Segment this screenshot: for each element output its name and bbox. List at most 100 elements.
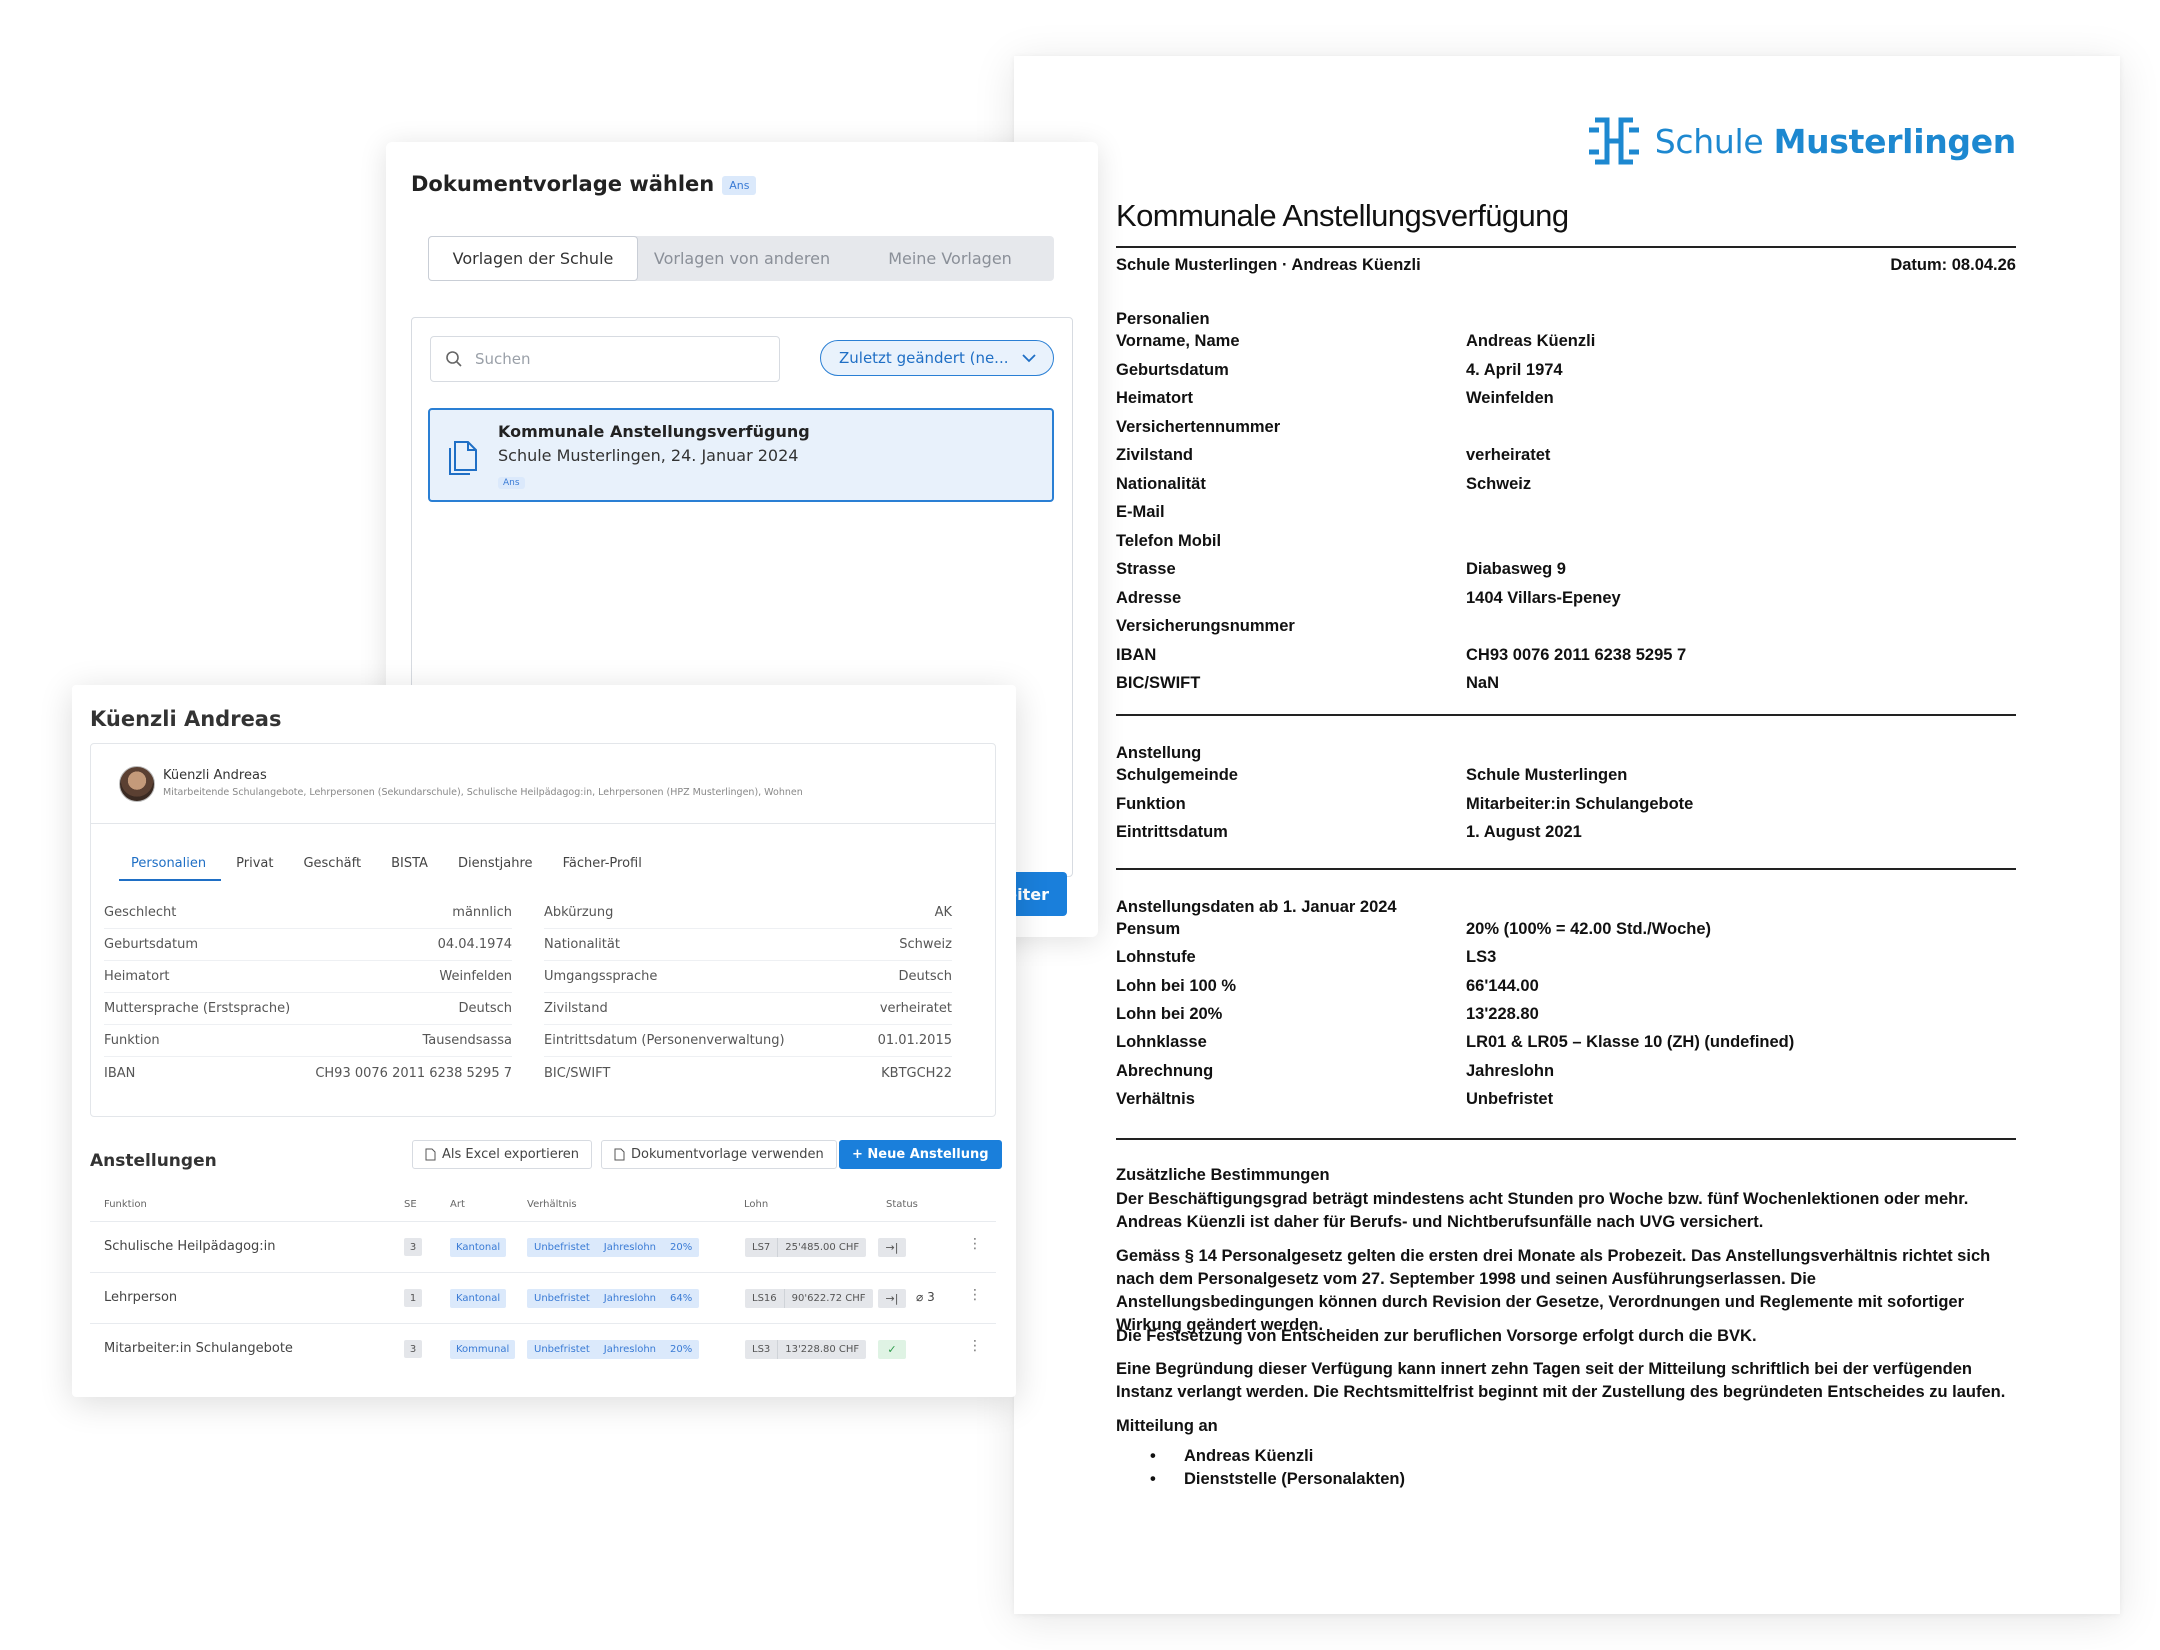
file-icon bbox=[614, 1148, 625, 1161]
type-badge: Ans bbox=[498, 476, 525, 489]
field-value: LR01 & LR05 – Klasse 10 (ZH) (undefined) bbox=[1466, 1033, 1795, 1052]
dialog-title: Dokumentvorlage wählen Ans bbox=[411, 172, 757, 196]
field-row: Eintrittsdatum (Personenverwaltung) 01.01… bbox=[544, 1025, 952, 1057]
field-value: 13'228.80 bbox=[1466, 1004, 1539, 1023]
pensum: 20% bbox=[670, 1242, 693, 1253]
tab-geschaeft[interactable]: Geschäft bbox=[288, 856, 376, 881]
field-value: CH93 0076 2011 6238 5295 7 bbox=[1466, 645, 1687, 664]
attachment-count[interactable]: ⌀ 3 bbox=[916, 1290, 935, 1304]
cell-lohn: LS3 13'228.80 CHF bbox=[745, 1340, 867, 1359]
anstellungen-title: Anstellungen bbox=[90, 1151, 217, 1171]
logo-name: Musterlingen bbox=[1773, 121, 2017, 161]
more-icon[interactable]: ⋮ bbox=[968, 1338, 982, 1354]
field-value: LS3 bbox=[1466, 948, 1497, 967]
field-row: Geburtsdatum 04.04.1974 bbox=[104, 929, 512, 961]
paragraph: Die Festsetzung von Entscheiden zur beru… bbox=[1116, 1327, 1757, 1345]
field-label: Eintrittsdatum (Personenverwaltung) bbox=[544, 1033, 785, 1048]
field-row: Nationalität Schweiz bbox=[544, 929, 952, 961]
search-input[interactable]: Suchen bbox=[430, 336, 780, 382]
search-icon bbox=[446, 351, 462, 367]
field-value: verheiratet bbox=[1466, 446, 1551, 464]
abrechnung: Jahreslohn bbox=[603, 1293, 657, 1304]
person-header-name: Küenzli Andreas bbox=[163, 768, 267, 783]
field-value: 04.04.1974 bbox=[437, 937, 512, 952]
template-subtitle: Schule Musterlingen, 24. Januar 2024 bbox=[498, 446, 799, 465]
verhaeltnis-type: Unbefristet bbox=[534, 1344, 590, 1355]
more-icon[interactable]: ⋮ bbox=[968, 1236, 982, 1252]
export-excel-label: Als Excel exportieren bbox=[442, 1147, 579, 1162]
table-row[interactable]: Schulische Heilpädagog:in 3 Kantonal Unbefr… bbox=[90, 1221, 996, 1272]
field-row: Zivilstand verheiratet bbox=[544, 993, 952, 1025]
field-label: Zivilstand bbox=[544, 1001, 608, 1016]
recipient-list: Andreas Küenzli Dienststelle (Personalak… bbox=[1116, 1447, 1405, 1493]
field-label: Funktion bbox=[104, 1033, 160, 1048]
tab-other-templates[interactable]: Vorlagen von anderen bbox=[638, 236, 846, 281]
field-label: Heimatort bbox=[104, 969, 170, 984]
field-label: Zivilstand bbox=[1116, 446, 1194, 464]
field-value: 1404 Villars-Epeney bbox=[1466, 588, 1621, 607]
tab-privat[interactable]: Privat bbox=[221, 856, 288, 881]
document-preview: Schule Musterlingen Kommunale Anstellung… bbox=[1014, 56, 2120, 1614]
field-label: Geburtsdatum bbox=[104, 937, 198, 952]
use-template-button[interactable]: Dokumentvorlage verwenden bbox=[601, 1140, 837, 1169]
field-value: Deutsch bbox=[458, 1001, 512, 1016]
tab-my-templates[interactable]: Meine Vorlagen bbox=[846, 236, 1054, 281]
field-label: Geschlecht bbox=[104, 905, 177, 920]
divider bbox=[1116, 1138, 2016, 1140]
table-row[interactable]: Lehrperson 1 Kantonal Unbefristet Jahreslohn… bbox=[90, 1272, 996, 1323]
field-label: Lohnklasse bbox=[1116, 1033, 1207, 1052]
tab-personalien[interactable]: Personalien bbox=[119, 856, 222, 881]
sort-dropdown[interactable]: Zuletzt geändert (ne... bbox=[820, 340, 1054, 376]
document-icon bbox=[449, 441, 477, 475]
field-value: 20% (100% = 42.00 Std./Woche) bbox=[1466, 920, 1712, 938]
field-label: Lohnstufe bbox=[1116, 948, 1196, 967]
person-card: Küenzli Andreas Küenzli Andreas Mitarbei… bbox=[72, 685, 1016, 1397]
lohnstufe: LS3 bbox=[752, 1344, 771, 1355]
field-value: Deutsch bbox=[898, 969, 952, 984]
section-anstellung-title: Anstellung bbox=[1116, 744, 1202, 762]
export-excel-button[interactable]: Als Excel exportieren bbox=[412, 1140, 592, 1169]
cell-lohn: LS7 25'485.00 CHF bbox=[745, 1238, 867, 1257]
table-row[interactable]: Mitarbeiter:in Schulangebote 3 Kommunal Unb… bbox=[90, 1323, 996, 1374]
list-item: Andreas Küenzli bbox=[1116, 1447, 1405, 1470]
col-lohn: Lohn bbox=[744, 1199, 769, 1210]
field-label: Verhältnis bbox=[1116, 1089, 1195, 1108]
tab-dienstjahre[interactable]: Dienstjahre bbox=[443, 856, 548, 881]
field-value: 1. August 2021 bbox=[1466, 823, 1582, 841]
cell-verhaeltnis: Unbefristet Jahreslohn 20% bbox=[527, 1340, 700, 1359]
logo-icon bbox=[1588, 117, 1639, 165]
cell-lohn: LS16 90'622.72 CHF bbox=[745, 1289, 873, 1308]
field-label: Versicherungsnummer bbox=[1116, 617, 1295, 635]
chevron-down-icon bbox=[1022, 354, 1036, 363]
field-label: Funktion bbox=[1116, 794, 1186, 813]
field-value: Unbefristet bbox=[1466, 1089, 1554, 1108]
arrow-to-end-icon: →| bbox=[878, 1238, 906, 1257]
field-label: Strasse bbox=[1116, 560, 1176, 578]
dialog-title-text: Dokumentvorlage wählen bbox=[411, 172, 715, 196]
field-value: Mitarbeiter:in Schulangebote bbox=[1466, 794, 1694, 813]
divider bbox=[1116, 868, 2016, 870]
col-art: Art bbox=[450, 1199, 465, 1210]
field-label: E-Mail bbox=[1116, 503, 1165, 521]
cell-funktion: Schulische Heilpädagog:in bbox=[104, 1239, 276, 1254]
field-row: Geschlecht männlich bbox=[104, 897, 512, 929]
template-item[interactable]: Kommunale Anstellungsverfügung Schule Mu… bbox=[428, 408, 1054, 502]
field-value: NaN bbox=[1466, 674, 1500, 692]
lohn-amount: 13'228.80 CHF bbox=[777, 1340, 866, 1359]
cell-verhaeltnis: Unbefristet Jahreslohn 64% bbox=[527, 1289, 700, 1308]
field-value: Andreas Küenzli bbox=[1466, 332, 1596, 350]
lohn-amount: 25'485.00 CHF bbox=[777, 1238, 866, 1257]
field-label: IBAN bbox=[1116, 645, 1157, 664]
document-title: Kommunale Anstellungsverfügung bbox=[1116, 198, 1569, 233]
more-icon[interactable]: ⋮ bbox=[968, 1287, 982, 1303]
new-employment-button[interactable]: + Neue Anstellung bbox=[839, 1140, 1002, 1169]
field-label: Pensum bbox=[1116, 920, 1181, 938]
field-value: 66'144.00 bbox=[1466, 976, 1539, 995]
field-label: Abkürzung bbox=[544, 905, 614, 920]
tab-school-templates[interactable]: Vorlagen der Schule bbox=[428, 236, 638, 281]
field-label: Vorname, Name bbox=[1116, 332, 1240, 350]
lohn-amount: 90'622.72 CHF bbox=[783, 1289, 873, 1308]
tab-faecher-profil[interactable]: Fächer-Profil bbox=[548, 856, 657, 881]
paragraph: Gemäss § 14 Personalgesetz gelten die er… bbox=[1116, 1247, 1991, 1334]
tab-bista[interactable]: BISTA bbox=[376, 856, 443, 881]
